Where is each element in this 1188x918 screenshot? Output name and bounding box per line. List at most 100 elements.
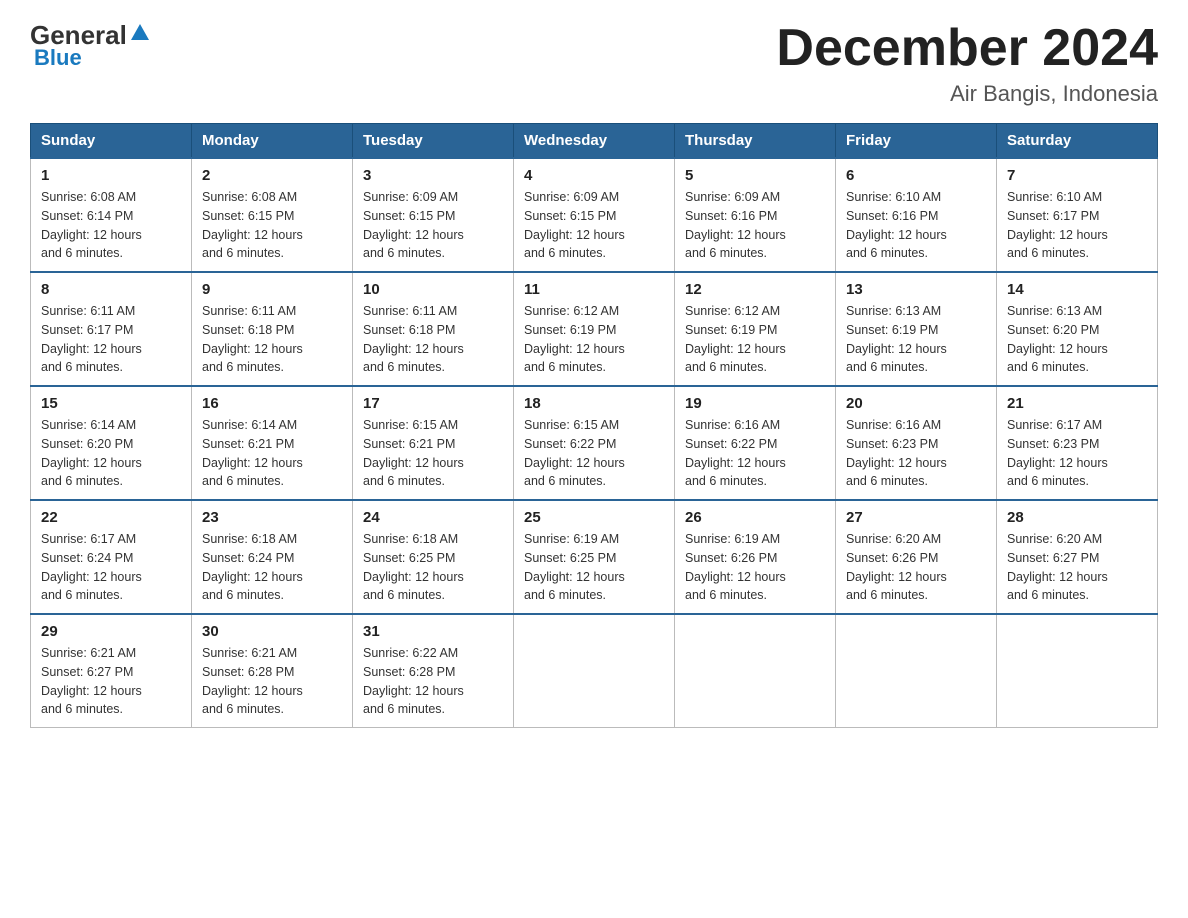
table-row: 8 Sunrise: 6:11 AM Sunset: 6:17 PM Dayli… [31,272,192,386]
sunrise-label: Sunrise: 6:13 AM [1007,304,1102,318]
daylight-minutes: and 6 minutes. [846,360,928,374]
sunrise-label: Sunrise: 6:21 AM [41,646,136,660]
table-row: 4 Sunrise: 6:09 AM Sunset: 6:15 PM Dayli… [514,158,675,272]
sunrise-label: Sunrise: 6:21 AM [202,646,297,660]
day-info: Sunrise: 6:15 AM Sunset: 6:22 PM Dayligh… [524,416,664,491]
table-row [675,614,836,728]
sunrise-label: Sunrise: 6:16 AM [685,418,780,432]
day-info: Sunrise: 6:09 AM Sunset: 6:15 PM Dayligh… [524,188,664,263]
daylight-minutes: and 6 minutes. [846,246,928,260]
day-info: Sunrise: 6:21 AM Sunset: 6:27 PM Dayligh… [41,644,181,719]
sunset-label: Sunset: 6:15 PM [202,209,294,223]
sunrise-label: Sunrise: 6:17 AM [1007,418,1102,432]
daylight-minutes: and 6 minutes. [202,360,284,374]
sunrise-label: Sunrise: 6:09 AM [524,190,619,204]
sunrise-label: Sunrise: 6:18 AM [363,532,458,546]
daylight-minutes: and 6 minutes. [363,360,445,374]
day-info: Sunrise: 6:08 AM Sunset: 6:15 PM Dayligh… [202,188,342,263]
calendar-week-row: 15 Sunrise: 6:14 AM Sunset: 6:20 PM Dayl… [31,386,1158,500]
daylight-label: Daylight: 12 hours [1007,570,1108,584]
table-row: 20 Sunrise: 6:16 AM Sunset: 6:23 PM Dayl… [836,386,997,500]
day-info: Sunrise: 6:18 AM Sunset: 6:25 PM Dayligh… [363,530,503,605]
day-info: Sunrise: 6:21 AM Sunset: 6:28 PM Dayligh… [202,644,342,719]
sunset-label: Sunset: 6:17 PM [1007,209,1099,223]
table-row [997,614,1158,728]
table-row: 18 Sunrise: 6:15 AM Sunset: 6:22 PM Dayl… [514,386,675,500]
daylight-minutes: and 6 minutes. [202,702,284,716]
table-row: 15 Sunrise: 6:14 AM Sunset: 6:20 PM Dayl… [31,386,192,500]
day-info: Sunrise: 6:15 AM Sunset: 6:21 PM Dayligh… [363,416,503,491]
day-number: 27 [846,509,986,526]
sunset-label: Sunset: 6:24 PM [202,551,294,565]
sunset-label: Sunset: 6:18 PM [363,323,455,337]
sunset-label: Sunset: 6:28 PM [202,665,294,679]
sunrise-label: Sunrise: 6:14 AM [41,418,136,432]
day-number: 8 [41,281,181,298]
daylight-label: Daylight: 12 hours [524,342,625,356]
daylight-label: Daylight: 12 hours [202,684,303,698]
sunrise-label: Sunrise: 6:13 AM [846,304,941,318]
daylight-minutes: and 6 minutes. [363,246,445,260]
calendar-table: Sunday Monday Tuesday Wednesday Thursday… [30,123,1158,728]
table-row: 5 Sunrise: 6:09 AM Sunset: 6:16 PM Dayli… [675,158,836,272]
logo-blue-text: Blue [34,45,82,71]
sunrise-label: Sunrise: 6:17 AM [41,532,136,546]
day-number: 26 [685,509,825,526]
title-block: December 2024 Air Bangis, Indonesia [776,20,1158,107]
day-number: 12 [685,281,825,298]
day-number: 6 [846,167,986,184]
table-row: 13 Sunrise: 6:13 AM Sunset: 6:19 PM Dayl… [836,272,997,386]
daylight-label: Daylight: 12 hours [41,456,142,470]
sunrise-label: Sunrise: 6:22 AM [363,646,458,660]
daylight-label: Daylight: 12 hours [685,342,786,356]
daylight-label: Daylight: 12 hours [202,456,303,470]
col-sunday: Sunday [31,124,192,159]
day-info: Sunrise: 6:10 AM Sunset: 6:16 PM Dayligh… [846,188,986,263]
daylight-label: Daylight: 12 hours [202,342,303,356]
day-info: Sunrise: 6:22 AM Sunset: 6:28 PM Dayligh… [363,644,503,719]
sunset-label: Sunset: 6:21 PM [202,437,294,451]
sunrise-label: Sunrise: 6:08 AM [41,190,136,204]
daylight-minutes: and 6 minutes. [846,474,928,488]
sunset-label: Sunset: 6:19 PM [685,323,777,337]
daylight-minutes: and 6 minutes. [363,588,445,602]
day-number: 20 [846,395,986,412]
sunrise-label: Sunrise: 6:15 AM [363,418,458,432]
table-row: 24 Sunrise: 6:18 AM Sunset: 6:25 PM Dayl… [353,500,514,614]
daylight-minutes: and 6 minutes. [1007,360,1089,374]
daylight-label: Daylight: 12 hours [41,570,142,584]
daylight-label: Daylight: 12 hours [363,456,464,470]
sunrise-label: Sunrise: 6:08 AM [202,190,297,204]
sunset-label: Sunset: 6:16 PM [846,209,938,223]
calendar-week-row: 29 Sunrise: 6:21 AM Sunset: 6:27 PM Dayl… [31,614,1158,728]
sunset-label: Sunset: 6:16 PM [685,209,777,223]
day-info: Sunrise: 6:19 AM Sunset: 6:25 PM Dayligh… [524,530,664,605]
daylight-label: Daylight: 12 hours [1007,342,1108,356]
calendar-week-row: 8 Sunrise: 6:11 AM Sunset: 6:17 PM Dayli… [31,272,1158,386]
table-row: 11 Sunrise: 6:12 AM Sunset: 6:19 PM Dayl… [514,272,675,386]
col-thursday: Thursday [675,124,836,159]
day-number: 31 [363,623,503,640]
col-tuesday: Tuesday [353,124,514,159]
daylight-minutes: and 6 minutes. [685,246,767,260]
day-info: Sunrise: 6:19 AM Sunset: 6:26 PM Dayligh… [685,530,825,605]
daylight-label: Daylight: 12 hours [846,342,947,356]
table-row: 1 Sunrise: 6:08 AM Sunset: 6:14 PM Dayli… [31,158,192,272]
daylight-label: Daylight: 12 hours [685,456,786,470]
sunrise-label: Sunrise: 6:15 AM [524,418,619,432]
table-row: 26 Sunrise: 6:19 AM Sunset: 6:26 PM Dayl… [675,500,836,614]
daylight-minutes: and 6 minutes. [41,360,123,374]
day-info: Sunrise: 6:11 AM Sunset: 6:17 PM Dayligh… [41,302,181,377]
table-row: 31 Sunrise: 6:22 AM Sunset: 6:28 PM Dayl… [353,614,514,728]
day-number: 15 [41,395,181,412]
day-number: 4 [524,167,664,184]
daylight-minutes: and 6 minutes. [685,588,767,602]
day-number: 11 [524,281,664,298]
sunset-label: Sunset: 6:23 PM [1007,437,1099,451]
table-row: 12 Sunrise: 6:12 AM Sunset: 6:19 PM Dayl… [675,272,836,386]
sunrise-label: Sunrise: 6:20 AM [1007,532,1102,546]
sunrise-label: Sunrise: 6:10 AM [846,190,941,204]
day-number: 10 [363,281,503,298]
daylight-minutes: and 6 minutes. [202,246,284,260]
day-info: Sunrise: 6:13 AM Sunset: 6:20 PM Dayligh… [1007,302,1147,377]
